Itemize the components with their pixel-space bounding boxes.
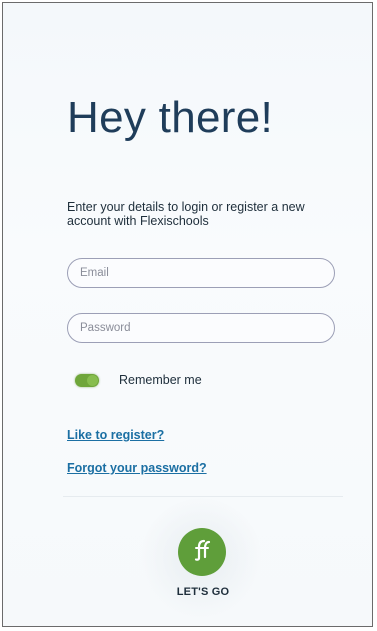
divider	[63, 496, 343, 497]
flexischools-logo-icon	[189, 537, 215, 568]
login-screen: Hey there! Enter your details to login o…	[2, 2, 373, 627]
password-field[interactable]	[67, 313, 335, 343]
remember-me-row[interactable]: Remember me	[75, 373, 202, 387]
remember-me-label: Remember me	[119, 373, 202, 387]
remember-me-toggle[interactable]	[75, 373, 99, 387]
lets-go-label: LET'S GO	[176, 586, 230, 598]
intro-text: Enter your details to login or register …	[67, 200, 305, 228]
register-link[interactable]: Like to register?	[67, 428, 164, 442]
email-field[interactable]	[67, 258, 335, 288]
lets-go-button[interactable]	[178, 528, 226, 576]
page-title: Hey there!	[67, 93, 273, 142]
forgot-password-link[interactable]: Forgot your password?	[67, 461, 207, 475]
